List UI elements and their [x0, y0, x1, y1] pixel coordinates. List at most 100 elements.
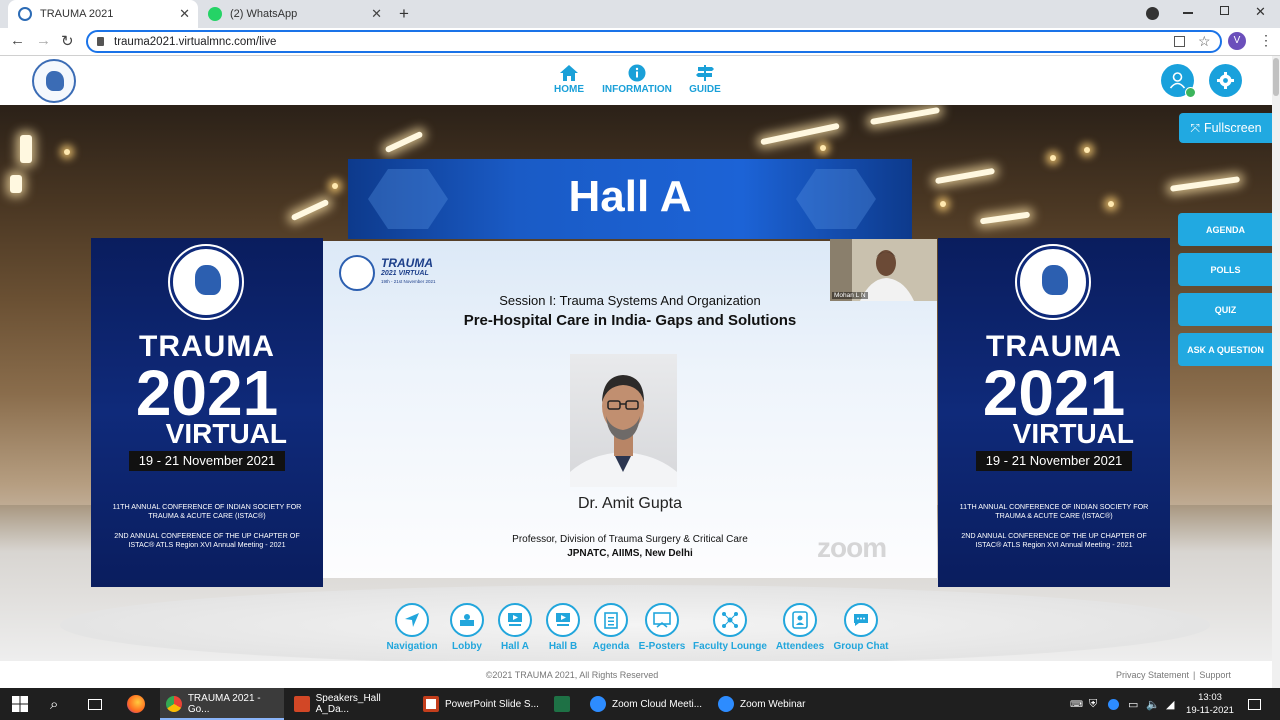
- trauma-slide-logo-icon: [339, 255, 375, 291]
- close-tab-icon[interactable]: ✕: [371, 6, 382, 22]
- slide-logo-title: TRAUMA: [381, 256, 433, 270]
- nav-home[interactable]: HOME: [549, 64, 589, 95]
- polls-button[interactable]: POLLS: [1178, 253, 1272, 286]
- india-map-icon: [195, 265, 221, 295]
- attendees-icon: [783, 603, 817, 637]
- navigation-icon: [395, 603, 429, 637]
- user-profile-button[interactable]: [1161, 64, 1196, 98]
- profile-avatar[interactable]: V: [1228, 32, 1246, 50]
- network-icon[interactable]: ◢: [1166, 688, 1174, 720]
- bottom-nav-group-chat[interactable]: Group Chat: [831, 603, 891, 652]
- talk-title: Pre-Hospital Care in India- Gaps and Sol…: [463, 312, 797, 329]
- tray-meet-icon[interactable]: ▭: [1128, 688, 1138, 720]
- info-icon: [628, 64, 646, 82]
- clock-date: 19-11-2021: [1186, 705, 1234, 716]
- spot-light: [332, 183, 338, 189]
- signpost-icon: [696, 65, 714, 81]
- slide-logo-sub: 2021 VIRTUAL: [381, 270, 429, 277]
- taskbar-app-chrome[interactable]: TRAUMA 2021 - Go...: [160, 688, 284, 720]
- bottom-nav-agenda[interactable]: Agenda: [591, 603, 631, 652]
- privacy-link[interactable]: Privacy Statement: [1116, 670, 1189, 680]
- bottom-nav-lobby[interactable]: Lobby: [447, 603, 487, 652]
- tray-shield-icon[interactable]: ⛨: [1089, 688, 1097, 720]
- taskbar-app-powerpoint-1[interactable]: Speakers_Hall A_Da...: [288, 688, 414, 720]
- nav-guide[interactable]: GUIDE: [686, 64, 724, 95]
- hall-title: Hall A: [568, 172, 692, 221]
- fullscreen-label: Fullscreen: [1203, 121, 1262, 135]
- settings-button[interactable]: [1209, 64, 1242, 97]
- fullscreen-button[interactable]: ⤧ Fullscreen: [1179, 113, 1272, 143]
- bottom-nav-faculty-lounge[interactable]: Faculty Lounge: [693, 603, 767, 652]
- spot-light: [64, 149, 70, 155]
- taskbar-app-zoom-webinar[interactable]: Zoom Webinar: [712, 688, 822, 720]
- hall-b-icon: [546, 603, 580, 637]
- ceiling-light: [870, 106, 940, 126]
- windows-taskbar: ⌕ TRAUMA 2021 - Go... Speakers_Hall A_Da…: [0, 688, 1280, 720]
- speaker-portrait-icon: [570, 375, 677, 487]
- address-bar[interactable]: trauma2021.virtualmnc.com/live ☆: [86, 30, 1222, 53]
- bookmark-star-icon[interactable]: ☆: [1198, 33, 1211, 50]
- restore-icon[interactable]: [1220, 6, 1229, 15]
- bottom-nav-eposters[interactable]: E-Posters: [638, 603, 686, 652]
- firefox-icon[interactable]: [127, 688, 145, 720]
- expand-icon: ⤧: [1190, 120, 1200, 135]
- tray-keyboard-icon[interactable]: ⌨: [1070, 688, 1083, 720]
- istac-logo[interactable]: [32, 59, 76, 103]
- taskbar-app-powerpoint-2[interactable]: PowerPoint Slide S...: [417, 688, 543, 720]
- qr-code-icon[interactable]: [1174, 36, 1185, 47]
- nav-label: INFORMATION: [602, 84, 672, 95]
- support-link[interactable]: Support: [1199, 670, 1231, 680]
- new-tab-button[interactable]: +: [399, 4, 409, 24]
- bottom-nav-hall-b[interactable]: Hall B: [543, 603, 583, 652]
- scrollbar-thumb[interactable]: [1273, 58, 1279, 96]
- tab-search-icon[interactable]: [1146, 7, 1159, 20]
- browser-toolbar: ← → ↻ trauma2021.virtualmnc.com/live ☆ V…: [0, 28, 1280, 56]
- windows-start-icon[interactable]: [12, 688, 28, 720]
- back-icon[interactable]: ←: [10, 32, 25, 49]
- home-icon: [560, 65, 578, 81]
- zoom-icon: [590, 696, 606, 712]
- minimize-icon[interactable]: [1183, 12, 1193, 14]
- ask-question-button[interactable]: ASK A QUESTION: [1178, 333, 1272, 366]
- bottom-nav-attendees[interactable]: Attendees: [775, 603, 825, 652]
- nav-information[interactable]: INFORMATION: [598, 64, 676, 95]
- clock-time: 13:03: [1198, 692, 1222, 703]
- tray-zoom-icon[interactable]: [1108, 688, 1119, 720]
- browser-tab-trauma[interactable]: TRAUMA 2021 ✕: [8, 0, 198, 28]
- hall-a-icon: [498, 603, 532, 637]
- browser-menu-icon[interactable]: ⋮: [1259, 32, 1273, 49]
- panel-conference-2: 2ND ANNUAL CONFERENCE OF THE UP CHAPTER …: [961, 531, 1147, 549]
- spot-light: [820, 145, 826, 151]
- bottom-nav-hall-a[interactable]: Hall A: [495, 603, 535, 652]
- ceiling-light: [979, 211, 1031, 225]
- chrome-icon: [166, 696, 182, 712]
- notification-icon[interactable]: [1248, 688, 1261, 720]
- volume-icon[interactable]: 🔈: [1146, 688, 1160, 720]
- taskbar-app-zoom-meetings[interactable]: Zoom Cloud Meeti...: [584, 688, 708, 720]
- forward-icon[interactable]: →: [36, 32, 51, 49]
- reload-icon[interactable]: ↻: [61, 32, 74, 50]
- search-icon[interactable]: ⌕: [50, 688, 58, 720]
- bottom-nav-label: Group Chat: [833, 641, 889, 652]
- task-view-icon[interactable]: [88, 688, 102, 720]
- close-tab-icon[interactable]: ✕: [179, 6, 190, 22]
- browser-tab-whatsapp[interactable]: (2) WhatsApp ✕: [198, 0, 390, 28]
- agenda-button[interactable]: AGENDA: [1178, 213, 1272, 246]
- taskbar-app-excel[interactable]: [548, 688, 580, 720]
- system-clock[interactable]: 13:03 19-11-2021: [1186, 691, 1234, 717]
- quiz-button[interactable]: QUIZ: [1178, 293, 1272, 326]
- site-footer: ©2021 TRAUMA 2021, All Rights Reserved P…: [0, 661, 1272, 688]
- participant-video-tile[interactable]: Mohan L N: [830, 239, 937, 301]
- whatsapp-favicon-icon: [208, 7, 222, 21]
- left-conference-panel: TRAUMA 2021 VIRTUAL 19 - 21 November 202…: [91, 238, 323, 587]
- page-scrollbar[interactable]: [1272, 56, 1280, 688]
- istac-panel-logo: [1015, 244, 1091, 320]
- agenda-icon: [594, 603, 628, 637]
- bottom-nav-navigation[interactable]: Navigation: [382, 603, 442, 652]
- nav-label: HOME: [554, 84, 584, 95]
- gear-icon: [1217, 72, 1234, 89]
- faculty-lounge-icon: [713, 603, 747, 637]
- hall-banner: Hall A: [348, 159, 912, 239]
- close-window-icon[interactable]: ✕: [1255, 4, 1266, 20]
- virtual-hall-stage: Hall A TRAUMA 2021 VIRTUAL 19 - 21 Novem…: [0, 105, 1272, 661]
